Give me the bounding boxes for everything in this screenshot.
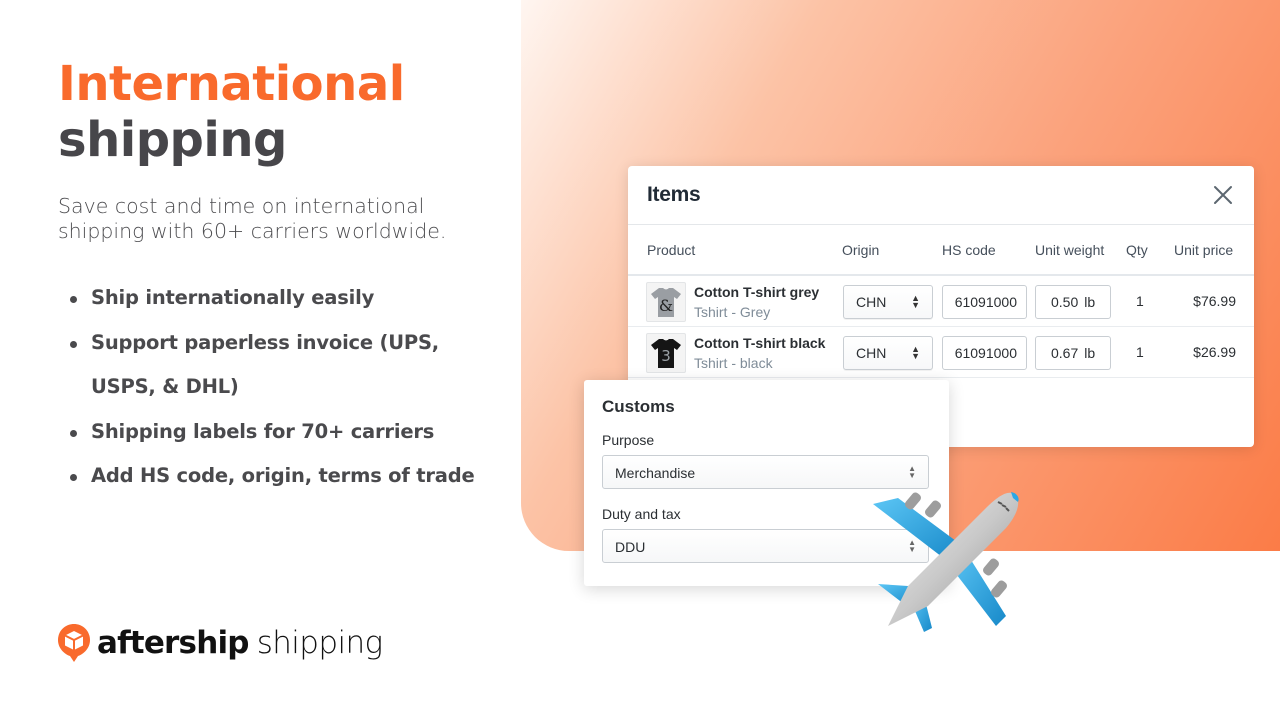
product-thumbnail: & <box>646 282 686 322</box>
quantity: 1 <box>1136 293 1144 309</box>
weight-unit: lb <box>1084 345 1096 361</box>
origin-value: CHN <box>856 345 887 361</box>
origin-value: CHN <box>856 294 887 310</box>
customs-title: Customs <box>602 397 675 416</box>
table-header: Product Origin HS code Unit weight Qty U… <box>628 225 1254 276</box>
weight-unit: lb <box>1084 294 1096 310</box>
unit-weight-input[interactable]: 0.50 lb <box>1035 285 1111 319</box>
duty-tax-label: Duty and tax <box>602 506 681 522</box>
table-row: & Cotton T-shirt grey Tshirt - Grey CHN … <box>628 276 1254 327</box>
weight-value: 0.50 <box>1051 294 1079 310</box>
svg-text:&: & <box>659 296 673 315</box>
weight-value: 0.67 <box>1051 345 1079 361</box>
aftership-box-pin-icon <box>58 624 90 662</box>
feature-item: Support paperless invoice (UPS, USPS, & … <box>70 321 510 410</box>
items-modal-title: Items <box>647 183 701 206</box>
origin-select[interactable]: CHN ▲ ▼ <box>843 285 933 319</box>
tshirt-grey-icon: & <box>651 288 681 317</box>
column-hs-code: HS code <box>942 242 996 258</box>
page-title: International shipping <box>58 56 405 168</box>
product-thumbnail: 3 <box>646 333 686 373</box>
unit-price: $26.99 <box>1193 344 1236 360</box>
select-arrows-icon: ▲ ▼ <box>911 344 920 361</box>
purpose-select[interactable]: Merchandise ▲ ▼ <box>602 455 929 489</box>
column-product: Product <box>647 242 696 258</box>
feature-item: Add HS code, origin, terms of trade <box>70 454 510 499</box>
title-line-shipping: shipping <box>58 112 287 168</box>
quantity: 1 <box>1136 344 1144 360</box>
aftership-logo: aftership shipping <box>57 623 383 663</box>
purpose-label: Purpose <box>602 432 655 448</box>
column-qty: Qty <box>1126 242 1148 258</box>
product-variant: Tshirt - Grey <box>694 304 771 320</box>
product-variant: Tshirt - black <box>694 355 773 371</box>
column-origin: Origin <box>842 242 880 258</box>
feature-item: Shipping labels for 70+ carriers <box>70 410 510 455</box>
feature-item: Ship internationally easily <box>70 276 510 321</box>
svg-text:3: 3 <box>661 347 671 365</box>
product-name: Cotton T-shirt black <box>694 335 826 351</box>
unit-weight-input[interactable]: 0.67 lb <box>1035 336 1111 370</box>
close-icon[interactable] <box>1212 184 1234 206</box>
logo-product: shipping <box>256 625 383 661</box>
logo-brand: aftership <box>97 625 249 661</box>
subtitle: Save cost and time on international ship… <box>58 194 447 243</box>
table-row: 3 Cotton T-shirt black Tshirt - black CH… <box>628 327 1254 378</box>
feature-list: Ship internationally easily Support pape… <box>70 276 510 499</box>
column-unit-weight: Unit weight <box>1035 242 1105 258</box>
airplane-icon <box>873 492 1019 632</box>
tshirt-black-icon: 3 <box>651 339 681 368</box>
items-modal-header: Items <box>628 166 1254 225</box>
origin-select[interactable]: CHN ▲ ▼ <box>843 336 933 370</box>
hs-code-input[interactable]: 61091000 <box>942 336 1027 370</box>
title-line-international: International <box>58 56 405 112</box>
select-arrows-icon: ▲ ▼ <box>908 464 916 480</box>
select-arrows-icon: ▲ ▼ <box>911 293 920 310</box>
unit-price: $76.99 <box>1193 293 1236 309</box>
purpose-value: Merchandise <box>615 465 696 481</box>
column-unit-price: Unit price <box>1174 242 1234 258</box>
duty-tax-value: DDU <box>615 539 646 555</box>
product-name: Cotton T-shirt grey <box>694 284 820 300</box>
hs-code-input[interactable]: 61091000 <box>942 285 1027 319</box>
